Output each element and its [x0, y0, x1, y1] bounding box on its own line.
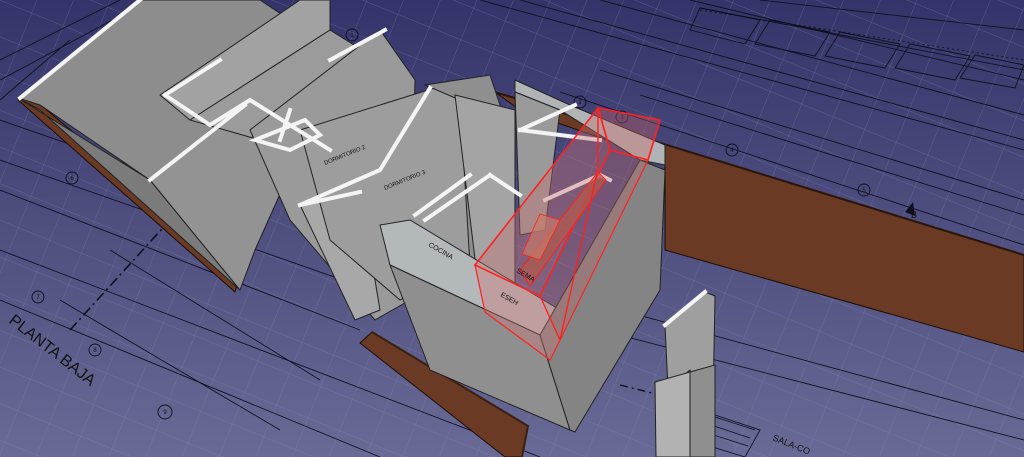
- 3d-viewport[interactable]: 1 2 3 4 5 6 7 8 9 B PLANTA BAJA DORMITOR…: [0, 0, 1024, 457]
- svg-text:B: B: [911, 210, 917, 220]
- 3d-scene[interactable]: 1 2 3 4 5 6 7 8 9 B PLANTA BAJA DORMITOR…: [0, 0, 1024, 457]
